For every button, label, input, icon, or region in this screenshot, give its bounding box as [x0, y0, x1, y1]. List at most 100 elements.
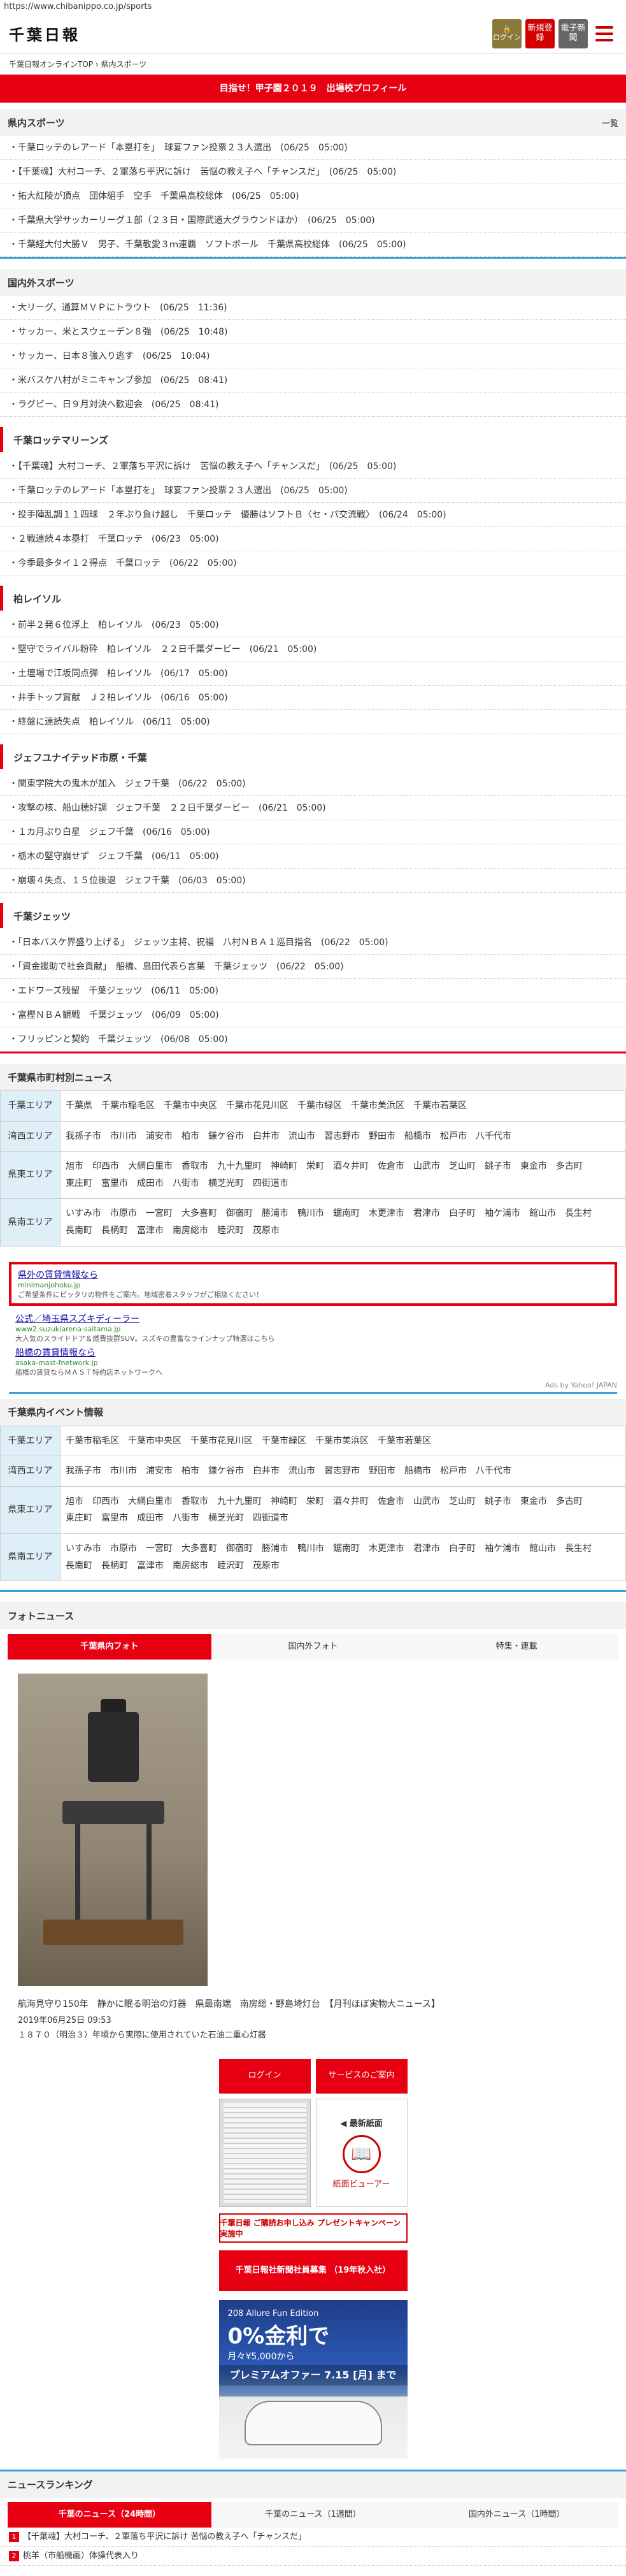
list-item[interactable]: ・土壇場で江坂同点弾 柏レイソル (06/17 05:00) [0, 662, 626, 686]
city-link[interactable]: 鎌ケ谷市 [208, 1463, 244, 1480]
city-link[interactable]: 東庄町 [66, 1510, 92, 1527]
city-link[interactable]: 鋸南町 [333, 1205, 360, 1222]
city-link[interactable]: 旭市 [66, 1493, 83, 1510]
city-link[interactable]: 鴨川市 [297, 1205, 324, 1222]
ad-title[interactable]: 県外の賃貸情報なら [18, 1268, 608, 1281]
city-link[interactable]: 千葉市花見川区 [226, 1097, 288, 1115]
city-link[interactable]: 鋸南町 [333, 1540, 360, 1558]
city-link[interactable]: 松戸市 [440, 1128, 467, 1145]
city-link[interactable]: 千葉市稲毛区 [66, 1433, 119, 1450]
city-link[interactable]: 銚子市 [485, 1493, 511, 1510]
car-ad-banner[interactable]: 208 Allure Fun Edition 0%金利で 月々¥5,000から … [218, 2299, 408, 2459]
city-link[interactable]: 成田市 [137, 1510, 164, 1527]
city-link[interactable]: 一宮町 [146, 1540, 173, 1558]
city-link[interactable]: 八千代市 [476, 1128, 511, 1145]
city-link[interactable]: 浦安市 [146, 1463, 173, 1480]
city-link[interactable]: 千葉市緑区 [262, 1433, 306, 1450]
tab-chiba-24h[interactable]: 千葉のニュース（24時間） [8, 2501, 211, 2528]
ads-attribution[interactable]: Ads by Yahoo! JAPAN [9, 1378, 617, 1392]
list-item[interactable]: ・終盤に連続失点 柏レイソル (06/11 05:00) [0, 710, 626, 734]
list-item[interactable]: ・井手トップ賞献 Ｊ２柏レイソル (06/16 05:00) [0, 686, 626, 710]
city-link[interactable]: 我孫子市 [66, 1128, 101, 1145]
ad-item[interactable]: 公式／埼玉県スズキディーラー www2.suzukiarena-saitama.… [9, 1311, 617, 1345]
city-link[interactable]: いすみ市 [66, 1540, 101, 1558]
city-link[interactable]: 睦沢町 [217, 1222, 244, 1240]
ad-title[interactable]: 船橋の賃貸情報なら [15, 1346, 611, 1359]
city-link[interactable]: 千葉市稲毛区 [101, 1097, 155, 1115]
city-link[interactable]: 香取市 [181, 1493, 208, 1510]
city-link[interactable]: 東金市 [520, 1158, 547, 1175]
city-link[interactable]: 御宿町 [226, 1540, 253, 1558]
list-item[interactable]: ・投手陣乱調１１四球 ２年ぶり負け越し 千葉ロッテ 優勝はソフトＢ〈セ・パ交流戦… [0, 503, 626, 527]
city-link[interactable]: 袖ケ浦市 [485, 1205, 520, 1222]
ad-item[interactable]: 船橋の賃貸情報なら asaka-mast-fnetwork.jp 船橋の賃貸なら… [9, 1345, 617, 1378]
city-link[interactable]: 神崎町 [271, 1493, 297, 1510]
city-link[interactable]: 鴨川市 [297, 1540, 324, 1558]
ranking-item[interactable]: 1 【千葉魂】大村コーチ、２軍落ち平沢に訴け 苦悩の教え子へ「チャンスだ」 [0, 2528, 626, 2547]
city-link[interactable]: 君津市 [413, 1540, 440, 1558]
recruit-banner[interactable]: 千葉日報社新聞社員募集 （19年秋入社） [218, 2250, 408, 2291]
city-link[interactable]: 長生村 [565, 1205, 592, 1222]
tab-prefecture-photo[interactable]: 千葉県内フォト [8, 1634, 211, 1660]
city-link[interactable]: 松戸市 [440, 1463, 467, 1480]
tab-domestic-hour[interactable]: 国内外ニュース（1時間） [415, 2501, 619, 2528]
city-link[interactable]: 木更津市 [369, 1205, 404, 1222]
city-link[interactable]: 芝山町 [449, 1493, 476, 1510]
city-link[interactable]: 館山市 [529, 1205, 556, 1222]
city-link[interactable]: 酒々井町 [333, 1158, 369, 1175]
city-link[interactable]: 野田市 [369, 1463, 395, 1480]
city-link[interactable]: 栄町 [306, 1158, 324, 1175]
city-link[interactable]: 南房総市 [173, 1558, 208, 1575]
list-item[interactable]: ・堅守でライバル粉砕 柏レイソル ２２日千葉ダービー (06/21 05:00) [0, 637, 626, 662]
city-link[interactable]: 横芝光町 [208, 1510, 244, 1527]
city-link[interactable]: 九十九里町 [217, 1158, 262, 1175]
list-item[interactable]: ・前半２発６位浮上 柏レイソル (06/23 05:00) [0, 613, 626, 637]
city-link[interactable]: 多古町 [556, 1158, 583, 1175]
subscription-campaign-banner[interactable]: 千葉日報 ご購読お申し込み プレゼントキャンペーン実施中 [218, 2213, 408, 2243]
city-link[interactable]: 茂原市 [253, 1222, 280, 1240]
koshien-banner[interactable]: 目指せ！甲子園２０１９ 出場校プロフィール [0, 75, 626, 103]
city-link[interactable]: 大多喜町 [181, 1205, 217, 1222]
city-link[interactable]: 長南町 [66, 1558, 92, 1575]
city-link[interactable]: 香取市 [181, 1158, 208, 1175]
latest-paper[interactable]: ◀ 最新紙面 📖 紙面ビューアー [315, 2098, 408, 2207]
city-link[interactable]: 市原市 [110, 1205, 137, 1222]
list-item[interactable]: ・千葉ロッテのレアード「本塁打を」 球宴ファン投票２３人選出 (06/25 05… [0, 479, 626, 503]
city-link[interactable]: 山武市 [413, 1158, 440, 1175]
list-item[interactable]: ・「資金援助で社会貢献」 船橋、島田代表ら言葉 千葉ジェッツ (06/22 05… [0, 955, 626, 979]
list-item[interactable]: ・栃木の堅守崩せず ジェフ千葉 (06/11 05:00) [0, 844, 626, 869]
city-link[interactable]: 富津市 [137, 1222, 164, 1240]
city-link[interactable]: 船橋市 [404, 1463, 431, 1480]
tab-domestic-photo[interactable]: 国内外フォト [211, 1634, 415, 1660]
city-link[interactable]: 勝浦市 [262, 1540, 288, 1558]
more-link[interactable]: 一覧 [602, 117, 618, 129]
city-link[interactable]: 酒々井町 [333, 1493, 369, 1510]
city-link[interactable]: 富津市 [137, 1558, 164, 1575]
city-link[interactable]: 市川市 [110, 1463, 137, 1480]
city-link[interactable]: 成田市 [137, 1175, 164, 1192]
city-link[interactable]: 流山市 [288, 1128, 315, 1145]
login-button[interactable]: 🔒 ログイン [492, 18, 522, 48]
photo-caption[interactable]: 航海見守り150年 静かに眠る明治の灯器 県最南端 南房総・野島埼灯台 【月刊ほ… [0, 1992, 626, 2011]
city-link[interactable]: 館山市 [529, 1540, 556, 1558]
city-link[interactable]: 長柄町 [101, 1558, 128, 1575]
city-link[interactable]: 銚子市 [485, 1158, 511, 1175]
city-link[interactable]: 千葉市美浜区 [351, 1097, 404, 1115]
paper-thumbnail[interactable] [218, 2098, 311, 2207]
ad-title[interactable]: 公式／埼玉県スズキディーラー [15, 1312, 611, 1325]
city-link[interactable]: 習志野市 [324, 1128, 360, 1145]
city-link[interactable]: 大網白里市 [128, 1158, 173, 1175]
list-item[interactable]: ・拓大紅陵が頂点 団体組手 空手 千葉県高校総体 (06/25 05:00) [0, 184, 626, 208]
city-link[interactable]: 一宮町 [146, 1205, 173, 1222]
list-item[interactable]: ・千葉県大学サッカーリーグ１部（２３日・国際武道大グラウンドほか） (06/25… [0, 208, 626, 233]
city-link[interactable]: 長柄町 [101, 1222, 128, 1240]
list-item[interactable]: ・フリッピンと契約 千葉ジェッツ (06/08 05:00) [0, 1027, 626, 1052]
city-link[interactable]: 御宿町 [226, 1205, 253, 1222]
city-link[interactable]: 勝浦市 [262, 1205, 288, 1222]
list-item[interactable]: ・「日本バスケ界盛り上げる」 ジェッツ主将、祝福 八村ＮＢＡ１巡目指名 (06/… [0, 930, 626, 955]
city-link[interactable]: 柏市 [181, 1463, 199, 1480]
city-link[interactable]: 千葉市緑区 [297, 1097, 342, 1115]
list-item[interactable]: ・富樫ＮＢＡ観戦 千葉ジェッツ (06/09 05:00) [0, 1003, 626, 1027]
city-link[interactable]: いすみ市 [66, 1205, 101, 1222]
ranking-item[interactable]: 2 桃羊（市船機画）体操代表入り [0, 2547, 626, 2566]
